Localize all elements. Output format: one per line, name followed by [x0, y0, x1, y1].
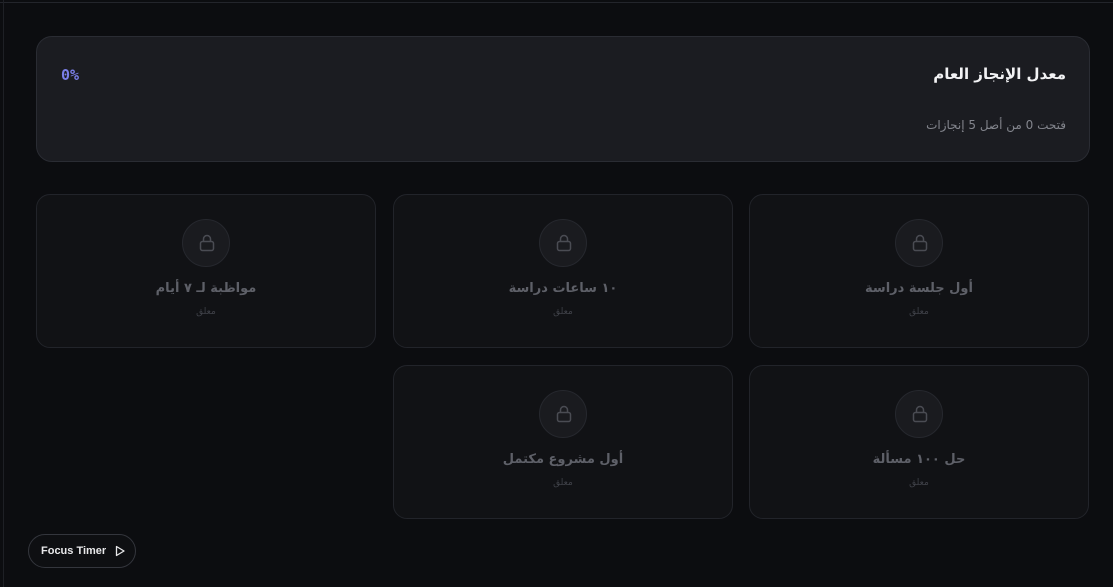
- achievement-title: حل ١٠٠ مسألة: [872, 452, 966, 467]
- focus-timer-label: Focus Timer: [41, 545, 107, 557]
- lock-icon: [556, 234, 572, 252]
- top-divider: [0, 0, 1113, 3]
- left-divider: [0, 0, 4, 587]
- achievement-title: أول مشروع مكتمل: [502, 452, 624, 467]
- achievement-status: معلق: [196, 307, 216, 317]
- overall-progress-title: معدل الإنجاز العام: [933, 65, 1066, 83]
- overall-progress-subtitle: فتحت 0 من أصل 5 إنجازات: [926, 118, 1066, 132]
- achievement-card: ١٠ ساعات دراسة معلق: [393, 194, 733, 348]
- achievement-card: أول مشروع مكتمل معلق: [393, 365, 733, 519]
- achievement-status: معلق: [553, 307, 573, 317]
- achievement-card: مواظبة لـ ٧ أيام معلق: [36, 194, 376, 348]
- lock-icon: [199, 234, 215, 252]
- overall-progress-percent: 0%: [61, 66, 80, 84]
- lock-badge: [539, 219, 587, 267]
- lock-icon: [912, 405, 928, 423]
- lock-badge: [539, 390, 587, 438]
- achievement-title: أول جلسة دراسة: [865, 281, 973, 296]
- achievement-card: حل ١٠٠ مسألة معلق: [749, 365, 1089, 519]
- achievement-card: أول جلسة دراسة معلق: [749, 194, 1089, 348]
- play-icon: [116, 545, 125, 557]
- overall-progress-card: معدل الإنجاز العام 0% فتحت 0 من أصل 5 إن…: [36, 36, 1090, 162]
- lock-icon: [556, 405, 572, 423]
- lock-badge: [895, 219, 943, 267]
- achievement-status: معلق: [909, 307, 929, 317]
- achievement-title: ١٠ ساعات دراسة: [508, 281, 618, 296]
- lock-badge: [182, 219, 230, 267]
- achievements-page: معدل الإنجاز العام 0% فتحت 0 من أصل 5 إن…: [0, 0, 1113, 587]
- achievement-title: مواظبة لـ ٧ أيام: [155, 281, 257, 296]
- lock-badge: [895, 390, 943, 438]
- achievement-status: معلق: [553, 478, 573, 488]
- achievement-status: معلق: [909, 478, 929, 488]
- focus-timer-button[interactable]: Focus Timer: [28, 534, 136, 568]
- lock-icon: [912, 234, 928, 252]
